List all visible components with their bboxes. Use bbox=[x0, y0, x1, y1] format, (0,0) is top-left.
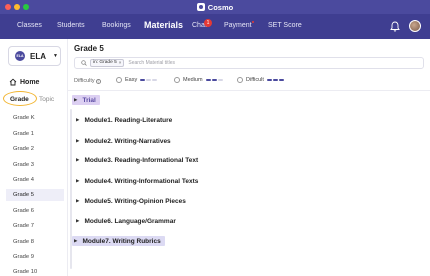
search-scope-chip[interactable]: in: Grade 5 × bbox=[90, 59, 125, 67]
radio-button[interactable] bbox=[237, 77, 243, 83]
grade-item[interactable]: Grade 7 bbox=[6, 220, 64, 232]
module-label: Module1. Reading-Literature bbox=[84, 116, 173, 124]
module-label: Module5. Writing-Opinion Pieces bbox=[84, 197, 186, 205]
app-logo-icon bbox=[196, 3, 205, 11]
chat-unread-badge: 1 bbox=[204, 19, 212, 27]
nav-students[interactable]: Students bbox=[57, 22, 85, 29]
avatar[interactable] bbox=[409, 20, 421, 32]
grade-item[interactable]: Grade 8 bbox=[6, 236, 64, 248]
module-label: Module7. Writing Rubrics bbox=[82, 237, 161, 245]
top-nav: Classes Students Bookings Materials Chat… bbox=[0, 14, 430, 39]
subject-select-value: ELA bbox=[30, 51, 46, 61]
chevron-down-icon: ▼ bbox=[53, 53, 58, 59]
module-row[interactable]: ▶ Module1. Reading-Literature bbox=[76, 115, 172, 125]
bell-icon[interactable] bbox=[390, 21, 400, 32]
chevron-right-icon: ▶ bbox=[76, 117, 80, 122]
difficulty-level-bars bbox=[140, 79, 158, 81]
payment-alert-dot bbox=[252, 21, 254, 23]
minimize-window-button[interactable] bbox=[14, 4, 20, 10]
nav-bookings[interactable]: Bookings bbox=[102, 22, 131, 29]
subject-badge-icon: ELA bbox=[15, 51, 25, 61]
module-label: Trial bbox=[82, 96, 96, 104]
tab-topic[interactable]: Topic bbox=[39, 96, 54, 103]
close-window-button[interactable] bbox=[5, 4, 11, 10]
grade-item[interactable]: Grade 9 bbox=[6, 251, 64, 263]
radio-button[interactable] bbox=[116, 77, 122, 83]
chevron-right-icon: ▶ bbox=[76, 178, 80, 183]
grade-item[interactable]: Grade 10 bbox=[6, 266, 64, 276]
module-row-writing-rubrics[interactable]: ▶ Module7. Writing Rubrics bbox=[72, 236, 165, 246]
module-row[interactable]: ▶ Module2. Writing-Narratives bbox=[76, 136, 171, 146]
main-content: Grade 5 in: Grade 5 × Difficulty ? Easy … bbox=[68, 39, 430, 276]
nav-materials[interactable]: Materials bbox=[144, 20, 183, 30]
nav-set-score[interactable]: SET Score bbox=[268, 22, 302, 29]
radio-button[interactable] bbox=[174, 77, 180, 83]
module-label: Module2. Writing-Narratives bbox=[84, 137, 171, 145]
grade-item[interactable]: Grade 3 bbox=[6, 159, 64, 171]
module-label: Module6. Language/Grammar bbox=[84, 217, 176, 225]
search-scope-label: in: Grade 5 bbox=[93, 60, 117, 65]
maximize-window-button[interactable] bbox=[23, 4, 29, 10]
chevron-right-icon: ▶ bbox=[74, 97, 78, 102]
close-icon[interactable]: × bbox=[119, 60, 122, 66]
difficulty-option-difficult[interactable]: Difficult bbox=[237, 77, 284, 83]
difficulty-filter: Difficulty ? Easy Medium Difficult bbox=[74, 76, 424, 86]
module-label: Module3. Reading-Informational Text bbox=[84, 156, 199, 164]
search-icon bbox=[81, 60, 87, 66]
sidebar-item-label: Home bbox=[20, 78, 40, 86]
grade-item[interactable]: Grade 6 bbox=[6, 205, 64, 217]
chevron-right-icon: ▶ bbox=[76, 157, 80, 162]
page-title: Grade 5 bbox=[74, 44, 104, 53]
difficulty-level-bars bbox=[205, 79, 223, 81]
sidebar-item-home[interactable]: Home bbox=[9, 78, 39, 86]
module-row[interactable]: ▶ Module4. Writing-Informational Texts bbox=[76, 176, 198, 186]
module-row[interactable]: ▶ Module6. Language/Grammar bbox=[76, 216, 176, 226]
grade-item[interactable]: Grade K bbox=[6, 112, 64, 124]
search-input[interactable] bbox=[128, 60, 329, 66]
module-label: Module4. Writing-Informational Texts bbox=[84, 177, 199, 185]
home-icon bbox=[9, 78, 17, 86]
chevron-right-icon: ▶ bbox=[74, 238, 78, 243]
tab-grade[interactable]: Grade bbox=[10, 96, 29, 103]
sidebar: ELA ELA ▼ Home Grade Topic Grade K Grade… bbox=[0, 39, 68, 276]
window-controls bbox=[5, 4, 29, 10]
window-title: Cosmo bbox=[207, 2, 234, 12]
grade-item-selected[interactable]: Grade 5 bbox=[6, 189, 64, 201]
difficulty-option-easy[interactable]: Easy bbox=[116, 77, 158, 83]
module-row[interactable]: ▶ Module5. Writing-Opinion Pieces bbox=[76, 196, 186, 206]
grade-item[interactable]: Grade 2 bbox=[6, 143, 64, 155]
grade-item[interactable]: Grade 1 bbox=[6, 128, 64, 140]
difficulty-label: Difficulty bbox=[74, 78, 95, 84]
module-row-trial[interactable]: ▶ Trial bbox=[72, 95, 100, 105]
difficulty-option-label: Easy bbox=[125, 77, 138, 83]
window-titlebar: Cosmo bbox=[0, 0, 430, 14]
difficulty-option-label: Difficult bbox=[246, 77, 264, 83]
difficulty-option-label: Medium bbox=[183, 77, 203, 83]
grade-item[interactable]: Grade 4 bbox=[6, 174, 64, 186]
module-row[interactable]: ▶ Module3. Reading-Informational Text bbox=[76, 155, 198, 165]
chevron-right-icon: ▶ bbox=[76, 198, 80, 203]
chevron-right-icon: ▶ bbox=[76, 138, 80, 143]
filter-divider bbox=[68, 90, 430, 91]
nav-classes[interactable]: Classes bbox=[17, 22, 42, 29]
subject-select[interactable]: ELA ELA ▼ bbox=[8, 46, 61, 66]
chevron-right-icon: ▶ bbox=[76, 218, 80, 223]
nav-payment[interactable]: Payment bbox=[224, 22, 252, 29]
help-icon[interactable]: ? bbox=[95, 78, 101, 84]
search-box[interactable]: in: Grade 5 × bbox=[74, 57, 424, 69]
difficulty-option-medium[interactable]: Medium bbox=[174, 77, 223, 83]
difficulty-level-bars bbox=[266, 79, 284, 81]
